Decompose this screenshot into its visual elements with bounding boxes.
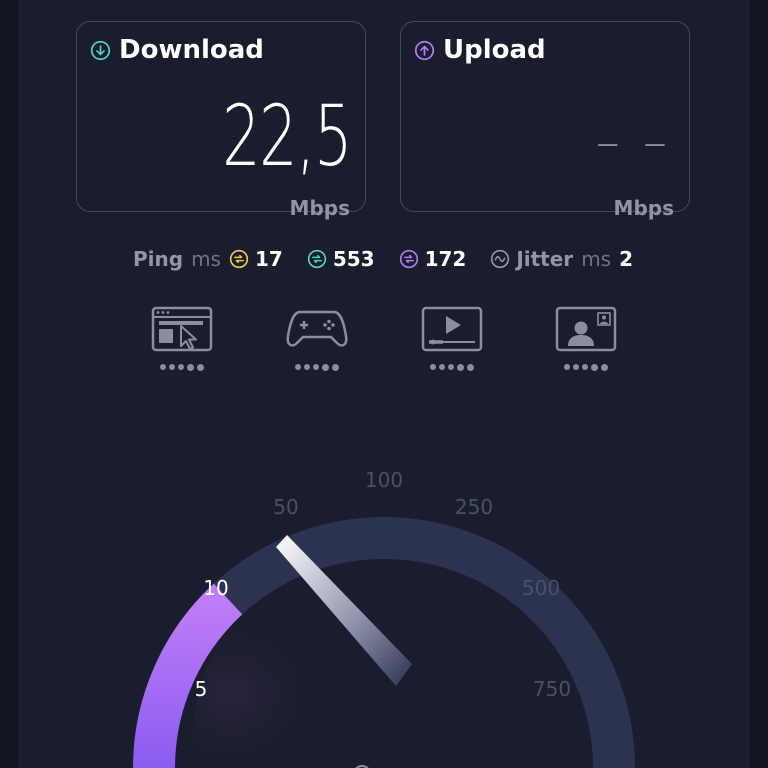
upload-latency-value: 172	[424, 247, 467, 271]
gaming-rating	[286, 364, 348, 371]
activity-gaming[interactable]	[286, 306, 348, 371]
gauge-label-250: 250	[455, 495, 493, 519]
jitter-value: 2	[619, 247, 634, 271]
jitter-unit: ms	[581, 247, 612, 271]
arrow-up-circle-icon	[414, 40, 435, 60]
activity-browsing[interactable]	[151, 306, 213, 371]
jitter-icon	[491, 249, 510, 269]
download-speed-value: 22,5	[222, 87, 352, 185]
upload-unit: Mbps	[613, 196, 674, 220]
streaming-rating	[421, 364, 483, 371]
ping-unit: ms	[191, 247, 221, 271]
activity-video-call[interactable]	[555, 306, 617, 371]
gauge-label-100: 100	[365, 468, 403, 492]
download-latency-value: 553	[332, 247, 375, 271]
gauge-label-5: 5	[195, 677, 208, 701]
download-latency-icon	[307, 249, 326, 269]
idle-latency-value: 17	[254, 247, 283, 271]
upload-title: Upload	[443, 35, 546, 65]
gauge-label-50: 50	[273, 495, 298, 519]
video-call-rating	[555, 364, 617, 371]
latency-stats-row: Ping ms 17 553 172 Jitter ms 2	[133, 244, 633, 274]
gaming-icon	[286, 310, 348, 347]
gauge-label-10: 10	[203, 576, 228, 600]
download-unit: Mbps	[289, 196, 350, 220]
jitter-label: Jitter	[516, 247, 574, 271]
streaming-icon	[421, 306, 483, 352]
activity-streaming[interactable]	[421, 306, 483, 371]
download-title: Download	[119, 35, 264, 65]
upload-card: Upload – – Mbps	[400, 21, 690, 220]
browsing-rating	[151, 364, 213, 371]
video-call-icon	[555, 306, 617, 352]
ping-label: Ping	[133, 247, 184, 271]
speed-gauge: 5 10 50 100 250 500 750	[133, 468, 635, 768]
browsing-icon	[151, 306, 213, 352]
upload-speed-value: – –	[595, 114, 671, 170]
download-card: Download 22,5 Mbps	[76, 21, 366, 220]
upload-latency-icon	[399, 249, 418, 269]
arrow-down-circle-icon	[90, 40, 111, 60]
gauge-label-500: 500	[522, 576, 560, 600]
idle-latency-icon	[229, 249, 249, 269]
gauge-label-750: 750	[533, 677, 571, 701]
